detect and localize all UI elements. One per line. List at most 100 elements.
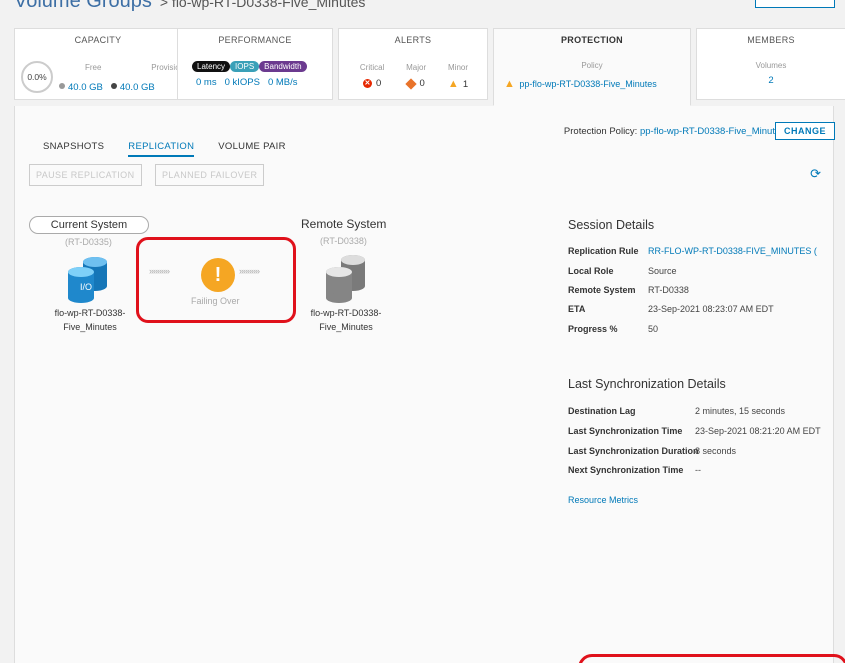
iops-value: 0 kIOPS xyxy=(224,77,260,88)
free-dot-icon xyxy=(59,82,65,89)
provisioned-dot-icon xyxy=(110,82,117,89)
protection-policy-label: Protection Policy: xyxy=(563,126,638,137)
session-row: Replication Rule RR-FLO-WP-RT-D0338-FIVE_… xyxy=(568,246,817,256)
subtabs: SNAPSHOTS REPLICATION VOLUME PAIR xyxy=(43,141,286,157)
free-label: Free xyxy=(85,63,102,72)
sync-key: Last Synchronization Duration xyxy=(568,446,699,456)
remote-volume-name: flo-wp-RT-D0338- Five_Minutes xyxy=(301,306,391,334)
critical-value: 0 xyxy=(375,78,382,89)
current-volume-name-line2: Five_Minutes xyxy=(63,322,117,332)
change-button[interactable]: CHANGE xyxy=(774,122,835,140)
session-key: Progress % xyxy=(568,324,618,334)
breadcrumb: > flo-wp-RT-D0338-Five_Minutes xyxy=(159,0,366,10)
free-value: 40.0 GB xyxy=(68,82,103,93)
sync-row: Next Synchronization Time -- xyxy=(568,465,701,475)
remote-volume-name-line1: flo-wp-RT-D0338- xyxy=(310,308,382,318)
minor-value: 1 xyxy=(462,78,469,90)
protection-card[interactable]: PROTECTION Policy ▲ pp-flo-wp-RT-D0338-F… xyxy=(493,28,691,106)
minor-label: Minor xyxy=(448,63,469,72)
protection-policy-link[interactable]: pp-flo-wp-RT-D0338-Five_Minutes xyxy=(640,126,785,137)
pause-replication-button[interactable]: PAUSE REPLICATION xyxy=(29,164,142,186)
policy-warning-icon: ▲ xyxy=(504,78,515,90)
sync-value: 8 seconds xyxy=(695,446,737,456)
replication-arrows-right-icon: »»»»» xyxy=(239,266,260,276)
sync-row: Destination Lag 2 minutes, 15 seconds xyxy=(568,406,785,416)
capacity-gauge: 0.0% xyxy=(21,61,53,93)
policy-link[interactable]: pp-flo-wp-RT-D0338-Five_Minutes xyxy=(519,79,656,89)
sync-key: Next Synchronization Time xyxy=(568,465,684,475)
resource-metrics-link[interactable]: Resource Metrics xyxy=(568,495,638,505)
session-row: Local Role Source xyxy=(568,266,677,276)
minor-icon: ▲ xyxy=(447,78,459,90)
major-label: Major xyxy=(406,63,427,72)
session-key: Local Role xyxy=(568,266,614,276)
session-row: Progress % 50 xyxy=(568,324,658,334)
session-value: RT-D0338 xyxy=(648,285,689,295)
current-volume-name-line1: flo-wp-RT-D0338- xyxy=(54,308,126,318)
remote-volume-icon xyxy=(321,252,369,304)
critical-icon: ✕ xyxy=(362,79,372,88)
latency-value: 0 ms xyxy=(196,77,217,88)
major-value: 0 xyxy=(419,78,425,89)
alerts-card[interactable]: ALERTS Critical ✕ 0 Major 0 Minor ▲ 1 xyxy=(338,28,488,100)
major-icon xyxy=(405,77,418,90)
capacity-card[interactable]: CAPACITY 0.0% Free Provisioned 40.0 GB 4… xyxy=(14,28,193,100)
protection-card-title: PROTECTION xyxy=(560,35,623,45)
volumes-value: 2 xyxy=(768,75,774,86)
sync-value: 2 minutes, 15 seconds xyxy=(695,406,786,416)
iops-pill[interactable]: IOPS xyxy=(230,61,260,72)
sync-row: Last Synchronization Time 23-Sep-2021 08:… xyxy=(568,426,821,436)
session-key: Remote System xyxy=(568,285,636,295)
sync-key: Destination Lag xyxy=(568,406,636,416)
page-title: Volume Groups > flo-wp-RT-D0338-Five_Minu… xyxy=(14,0,365,13)
protection-policy-line: Protection Policy: pp-flo-wp-RT-D0338-Fi… xyxy=(564,126,785,137)
sync-value: 23-Sep-2021 08:21:20 AM EDT xyxy=(695,426,821,436)
session-value: Source xyxy=(648,266,677,276)
critical-label: Critical xyxy=(359,63,385,72)
session-row: ETA 23-Sep-2021 08:23:07 AM EDT xyxy=(568,304,774,314)
current-volume-name: flo-wp-RT-D0338- Five_Minutes xyxy=(47,306,133,334)
performance-card[interactable]: PERFORMANCE Latency IOPS Bandwidth 0 ms … xyxy=(177,28,333,100)
current-system-id: (RT-D0335) xyxy=(65,237,112,247)
session-row: Remote System RT-D0338 xyxy=(568,285,689,295)
protection-panel: Protection Policy: pp-flo-wp-RT-D0338-Fi… xyxy=(14,106,835,663)
summary-cards: CAPACITY 0.0% Free Provisioned 40.0 GB 4… xyxy=(14,28,845,106)
members-card-title: MEMBERS xyxy=(747,35,795,45)
remote-system-label: Remote System xyxy=(301,217,387,231)
io-label: I/O xyxy=(80,282,93,292)
replication-rule-link[interactable]: RR-FLO-WP-RT-D0338-FIVE_MINUTES ( xyxy=(648,246,817,256)
bandwidth-value: 0 MB/s xyxy=(267,77,298,88)
remote-volume-name-line2: Five_Minutes xyxy=(319,322,373,332)
volumes-label: Volumes xyxy=(755,61,787,70)
session-details-title: Session Details xyxy=(568,218,655,232)
alerts-card-title: ALERTS xyxy=(394,35,432,45)
capacity-card-title: CAPACITY xyxy=(74,35,122,45)
replication-status: Failing Over xyxy=(191,296,240,306)
last-sync-title: Last Synchronization Details xyxy=(568,377,726,391)
session-value: 23-Sep-2021 08:23:07 AM EDT xyxy=(648,304,774,314)
current-volume-icon xyxy=(63,254,111,304)
planned-failover-button[interactable]: PLANNED FAILOVER xyxy=(155,164,265,186)
session-key: ETA xyxy=(568,304,586,314)
latency-pill[interactable]: Latency xyxy=(192,61,231,72)
tab-volume-pair[interactable]: VOLUME PAIR xyxy=(218,141,286,157)
sync-row: Last Synchronization Duration8 seconds xyxy=(568,446,736,456)
policy-label: Policy xyxy=(581,61,603,70)
session-value: 50 xyxy=(648,324,659,334)
refresh-icon[interactable]: ⟳ xyxy=(810,166,821,182)
page-title-text: Volume Groups xyxy=(14,0,152,12)
members-card[interactable]: MEMBERS Volumes 2 xyxy=(696,28,845,100)
sync-value: -- xyxy=(695,465,701,475)
tab-snapshots[interactable]: SNAPSHOTS xyxy=(43,141,104,157)
bandwidth-pill[interactable]: Bandwidth xyxy=(259,61,307,72)
session-key: Replication Rule xyxy=(568,246,639,256)
bottom-highlight xyxy=(578,654,845,663)
failover-warning-icon: ! xyxy=(201,258,235,292)
provisioned-value: 40.0 GB xyxy=(119,82,155,93)
sync-key: Last Synchronization Time xyxy=(568,426,683,436)
current-system-label: Current System xyxy=(29,216,149,234)
replication-arrows-left-icon: »»»»» xyxy=(149,266,170,276)
performance-card-title: PERFORMANCE xyxy=(218,35,292,45)
top-right-button[interactable] xyxy=(755,0,835,8)
tab-replication[interactable]: REPLICATION xyxy=(128,141,195,157)
